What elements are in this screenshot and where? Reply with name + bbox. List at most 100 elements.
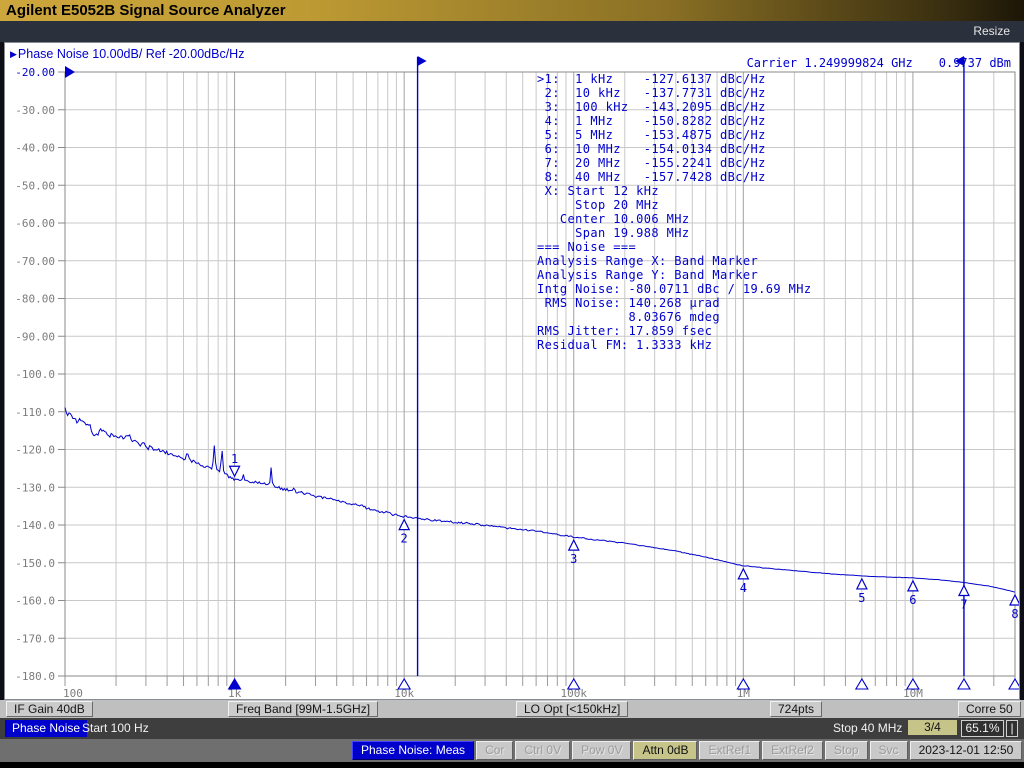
svg-text:-150.0: -150.0 (15, 557, 55, 570)
status-cor-badge: Cor (476, 741, 513, 760)
svg-text:-140.0: -140.0 (15, 519, 55, 532)
band-marker-info-line: Stop 20 MHz (537, 198, 812, 212)
svg-text:-160.0: -160.0 (15, 595, 55, 608)
marker-table-row: 7: 20 MHz -155.2241 dBc/Hz (537, 156, 812, 170)
phase-noise-trace (65, 408, 1015, 593)
svg-text:-180.0: -180.0 (15, 670, 55, 683)
svg-text:-90.00: -90.00 (15, 330, 55, 343)
band-marker-info-line: X: Start 12 kHz (537, 184, 812, 198)
sweep-stop-label: Stop 40 MHz (833, 721, 902, 735)
noise-analysis-line: === Noise === (537, 240, 812, 254)
trace-scale-header: ▶Phase Noise 10.00dB/ Ref -20.00dBc/Hz (10, 47, 244, 61)
bottom-edge (0, 762, 1024, 768)
svg-text:-60.00: -60.00 (15, 217, 55, 230)
trace-marker-3[interactable]: 3 (569, 540, 579, 566)
status-ctrl-0v-badge: Ctrl 0V (515, 741, 570, 760)
axis-marker-3-icon[interactable] (568, 679, 580, 689)
measurement-settings-bar: IF Gain 40dB Freq Band [99M-1.5GHz] LO O… (0, 700, 1024, 718)
svg-text:-20.00: -20.00 (15, 66, 55, 79)
svg-text:-120.0: -120.0 (15, 444, 55, 457)
trace-marker-5[interactable]: 5 (857, 579, 867, 605)
trace-marker-4[interactable]: 4 (738, 569, 748, 595)
status-stop-badge: Stop (825, 741, 868, 760)
svg-text:3: 3 (570, 552, 577, 566)
noise-analysis-line: Analysis Range Y: Band Marker (537, 268, 812, 282)
svg-text:-80.00: -80.00 (15, 293, 55, 306)
svg-text:-50.00: -50.00 (15, 179, 55, 192)
carrier-readout: Carrier 1.249999824 GHz 0.9737 dBm (747, 56, 1011, 70)
percent-indicator: 65.1% (961, 720, 1004, 737)
svg-text:-30.00: -30.00 (15, 104, 55, 117)
marker-table-row: 8: 40 MHz -157.7428 dBc/Hz (537, 170, 812, 184)
markers: 1 2 3 4 5 6 7 8 (229, 452, 1019, 689)
noise-analysis-line: Intg Noise: -80.0711 dBc / 19.69 MHz (537, 282, 812, 296)
svg-text:4: 4 (740, 581, 747, 595)
window-title: Agilent E5052B Signal Source Analyzer (0, 0, 1024, 21)
marker-table-row: 5: 5 MHz -153.4875 dBc/Hz (537, 128, 812, 142)
svg-text:-70.00: -70.00 (15, 255, 55, 268)
mode-badge[interactable]: Phase Noise (5, 720, 87, 737)
axis-marker-6-icon[interactable] (907, 679, 919, 689)
screen: { "window": { "title": "Agilent E5052B S… (0, 0, 1024, 768)
status-pow-0v-badge: Pow 0V (572, 741, 631, 760)
status-svc-badge: Svc (870, 741, 908, 760)
marker-readout-block: >1: 1 kHz -127.6137 dBc/Hz 2: 10 kHz -13… (537, 72, 812, 352)
svg-text:5: 5 (858, 591, 865, 605)
correlation-button[interactable]: Corre 50 (958, 701, 1021, 717)
svg-text:-110.0: -110.0 (15, 406, 55, 419)
status-extref2-badge: ExtRef2 (762, 741, 823, 760)
svg-text:7: 7 (960, 597, 967, 611)
noise-analysis-line: RMS Jitter: 17.859 fsec (537, 324, 812, 338)
band-marker-start-flag-icon[interactable] (418, 56, 427, 66)
lo-opt-button[interactable]: LO Opt [<150kHz] (516, 701, 628, 717)
ref-level-arrow-icon[interactable] (65, 66, 75, 78)
marker-table-row: 4: 1 MHz -150.8282 dBc/Hz (537, 114, 812, 128)
trace-marker-7[interactable]: 7 (959, 585, 969, 611)
status-extref1-badge: ExtRef1 (699, 741, 760, 760)
svg-text:1: 1 (231, 452, 238, 466)
trace-marker-2[interactable]: 2 (399, 520, 409, 546)
svg-text:-170.0: -170.0 (15, 632, 55, 645)
trace-marker-6[interactable]: 6 (908, 581, 918, 607)
resize-button[interactable]: Resize (973, 24, 1010, 38)
carrier-frequency: Carrier 1.249999824 GHz (747, 56, 913, 70)
sweep-start-label: Start 100 Hz (82, 721, 149, 735)
datetime-display: 2023-12-01 12:50 (910, 741, 1023, 760)
marker-table-row: >1: 1 kHz -127.6137 dBc/Hz (537, 72, 812, 86)
phase-noise-plot-panel: -20.00 -30.00 -40.00 -50.00 -60.00 -70.00 -80.… (4, 42, 1020, 700)
noise-analysis-line: RMS Noise: 140.268 µrad (537, 296, 812, 310)
axis-marker-2-icon[interactable] (398, 679, 410, 689)
svg-text:6: 6 (909, 593, 916, 607)
svg-text:100: 100 (63, 687, 83, 699)
noise-analysis-line: 8.03676 mdeg (537, 310, 812, 324)
svg-text:-40.00: -40.00 (15, 142, 55, 155)
instrument-status-bar: Phase Noise: Meas CorCtrl 0VPow 0VAttn 0… (0, 739, 1024, 762)
if-gain-button[interactable]: IF Gain 40dB (6, 701, 93, 717)
page-indicator[interactable]: 3/4 (908, 720, 957, 735)
axis-marker-4-icon[interactable] (737, 679, 749, 689)
trace-marker-8[interactable]: 8 (1010, 595, 1019, 621)
sweep-status-bar: Phase Noise Start 100 Hz Stop 40 MHz 3/4… (0, 718, 1024, 739)
noise-analysis-line: Residual FM: 1.3333 kHz (537, 338, 812, 352)
svg-text:8: 8 (1011, 607, 1018, 621)
svg-text:-130.0: -130.0 (15, 481, 55, 494)
marker-table-row: 2: 10 kHz -137.7731 dBc/Hz (537, 86, 812, 100)
axis-marker-8-icon[interactable] (1009, 679, 1019, 689)
svg-text:-100.0: -100.0 (15, 368, 55, 381)
axis-marker-1-icon[interactable] (229, 679, 241, 689)
scrollbar-handle[interactable]: | (1006, 720, 1018, 737)
menu-bar: Resize (0, 21, 1024, 42)
freq-band-button[interactable]: Freq Band [99M-1.5GHz] (228, 701, 378, 717)
band-marker-info-line: Center 10.006 MHz (537, 212, 812, 226)
carrier-power: 0.9737 dBm (939, 56, 1011, 70)
measurement-status-badge: Phase Noise: Meas (352, 741, 474, 760)
trace-marker-1[interactable]: 1 (230, 452, 240, 476)
svg-text:2: 2 (401, 532, 408, 546)
band-marker-info-line: Span 19.988 MHz (537, 226, 812, 240)
axis-marker-7-icon[interactable] (958, 679, 970, 689)
points-button[interactable]: 724pts (770, 701, 822, 717)
marker-table-row: 3: 100 kHz -143.2095 dBc/Hz (537, 100, 812, 114)
status-attn-0db-badge: Attn 0dB (633, 741, 697, 760)
axis-marker-5-icon[interactable] (856, 679, 868, 689)
trace-select-arrow-icon: ▶ (10, 49, 17, 59)
